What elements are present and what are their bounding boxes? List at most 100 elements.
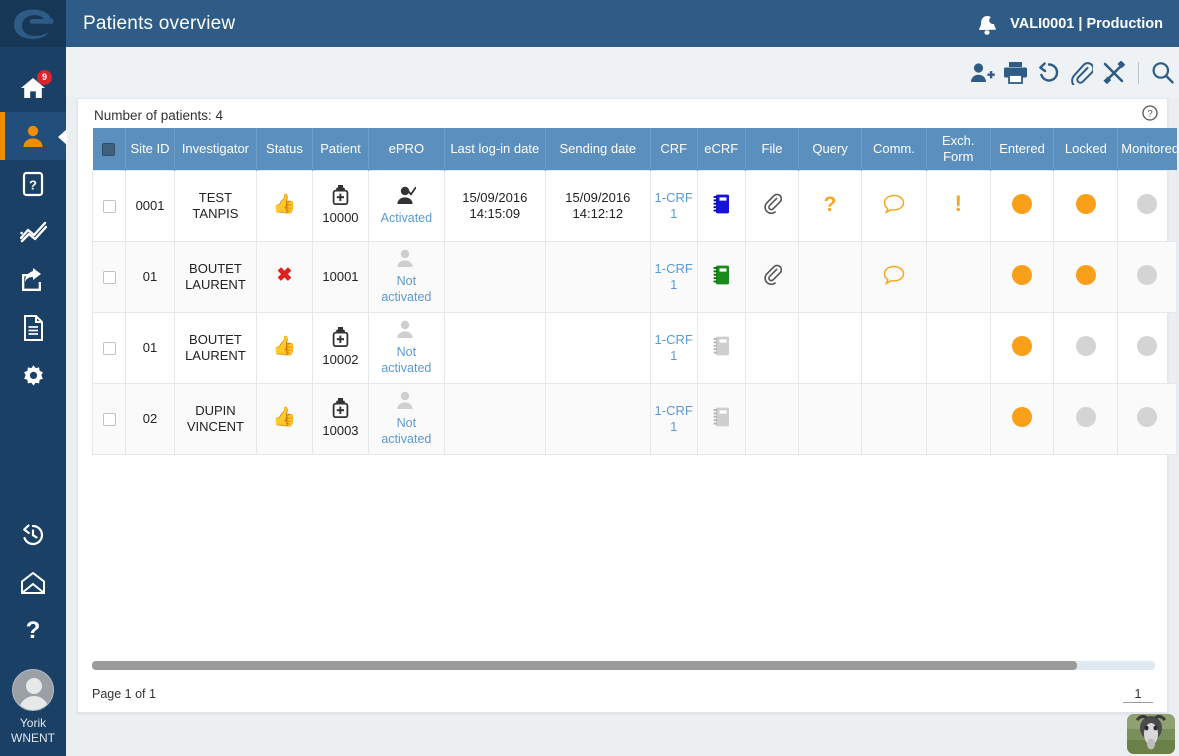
column-header-monitored[interactable]: Monitored <box>1117 128 1179 170</box>
panel-help-button[interactable]: ? <box>1142 105 1158 126</box>
column-header-file[interactable]: File <box>745 128 800 170</box>
column-header-query[interactable]: Query <box>798 128 862 170</box>
table-row[interactable]: 02 DUPIN VINCENT 👍 10003 Not activated 1-CRF 1 <box>91 382 1177 455</box>
cell-file[interactable] <box>744 382 800 455</box>
table-row[interactable]: 0001 TEST TANPIS 👍 10000 Activated 15/09/2016… <box>91 169 1177 242</box>
column-header-sending_date[interactable]: Sending date <box>545 128 651 170</box>
column-header-site_id[interactable]: Site ID <box>125 128 175 170</box>
column-header-ecrf[interactable]: eCRF <box>697 128 746 170</box>
cell-query[interactable] <box>798 311 862 384</box>
user-profile[interactable]: Yorik WNENT <box>0 669 66 746</box>
sidebar-item-reports[interactable] <box>0 304 66 352</box>
cell-file[interactable] <box>744 169 800 242</box>
cell-entered[interactable] <box>989 240 1055 313</box>
cell-exch-form[interactable]: ! <box>925 169 991 242</box>
cell-entered[interactable] <box>989 382 1055 455</box>
row-checkbox-cell[interactable] <box>91 311 127 384</box>
column-header-check[interactable] <box>92 128 127 170</box>
sidebar-item-export[interactable] <box>0 256 66 304</box>
cell-locked[interactable] <box>1053 240 1119 313</box>
cell-query[interactable]: ? <box>798 169 862 242</box>
row-checkbox[interactable] <box>102 341 116 355</box>
cell-entered[interactable] <box>989 169 1055 242</box>
sidebar-item-settings[interactable] <box>0 352 66 400</box>
cell-epro[interactable]: Not activated <box>368 382 445 455</box>
column-header-last_login[interactable]: Last log-in date <box>444 128 547 170</box>
cell-ecrf[interactable] <box>696 382 746 455</box>
cell-ecrf[interactable] <box>696 311 746 384</box>
cell-epro[interactable]: Not activated <box>368 240 445 313</box>
row-checkbox[interactable] <box>102 199 116 213</box>
cell-exch-form[interactable] <box>925 311 991 384</box>
sidebar-item-queries[interactable]: ? <box>0 160 66 208</box>
bell-icon[interactable] <box>974 12 1000 36</box>
cell-crf[interactable]: 1-CRF 1 <box>649 382 698 455</box>
cell-patient[interactable]: 10002 <box>311 311 370 384</box>
column-header-status[interactable]: Status <box>256 128 313 170</box>
crf-link[interactable]: 1-CRF 1 <box>655 261 693 292</box>
cell-comm[interactable] <box>860 382 927 455</box>
cell-patient[interactable]: 10003 <box>311 382 370 455</box>
cell-epro[interactable]: Activated <box>368 169 445 242</box>
column-header-investigator[interactable]: Investigator <box>174 128 258 170</box>
tools-button[interactable] <box>1098 56 1131 89</box>
add-patient-button[interactable] <box>966 56 999 89</box>
cell-entered[interactable] <box>989 311 1055 384</box>
sidebar-item-home[interactable]: 9 <box>0 64 66 112</box>
page-number-input[interactable] <box>1123 685 1153 703</box>
search-button[interactable] <box>1146 56 1179 89</box>
cell-epro[interactable]: Not activated <box>368 311 445 384</box>
cell-monitored[interactable] <box>1117 169 1177 242</box>
column-header-crf[interactable]: CRF <box>650 128 698 170</box>
avatar[interactable] <box>12 669 54 711</box>
cell-exch-form[interactable] <box>925 382 991 455</box>
cell-crf[interactable]: 1-CRF 1 <box>649 169 698 242</box>
crf-link[interactable]: 1-CRF 1 <box>655 190 693 221</box>
column-header-locked[interactable]: Locked <box>1053 128 1119 170</box>
sidebar-item-statistics[interactable] <box>0 208 66 256</box>
cell-comm[interactable] <box>860 169 927 242</box>
cell-monitored[interactable] <box>1117 240 1177 313</box>
sidebar-item-history[interactable] <box>0 511 66 559</box>
row-checkbox-cell[interactable] <box>91 240 127 313</box>
select-all-checkbox[interactable] <box>102 142 116 156</box>
cell-comm[interactable] <box>860 240 927 313</box>
crf-link[interactable]: 1-CRF 1 <box>655 332 693 363</box>
cell-patient[interactable]: 10001 <box>311 240 370 313</box>
cell-ecrf[interactable] <box>696 240 746 313</box>
sidebar-item-help[interactable]: ? <box>0 607 66 655</box>
cell-locked[interactable] <box>1053 169 1119 242</box>
sidebar-item-patients[interactable] <box>0 112 67 160</box>
print-button[interactable] <box>999 56 1032 89</box>
cell-patient[interactable]: 10000 <box>311 169 370 242</box>
cell-query[interactable] <box>798 382 862 455</box>
column-header-exch_form[interactable]: Exch. Form <box>926 128 991 170</box>
app-logo[interactable] <box>0 0 66 47</box>
cell-crf[interactable]: 1-CRF 1 <box>649 311 698 384</box>
cell-ecrf[interactable] <box>696 169 746 242</box>
cell-comm[interactable] <box>860 311 927 384</box>
horizontal-scrollbar-thumb[interactable] <box>92 661 1077 670</box>
cell-locked[interactable] <box>1053 311 1119 384</box>
column-header-entered[interactable]: Entered <box>990 128 1055 170</box>
cell-query[interactable] <box>798 240 862 313</box>
column-header-patient[interactable]: Patient <box>312 128 370 170</box>
cell-monitored[interactable] <box>1117 311 1177 384</box>
cell-file[interactable] <box>744 240 800 313</box>
attachments-button[interactable] <box>1065 56 1098 89</box>
cell-locked[interactable] <box>1053 382 1119 455</box>
cell-file[interactable] <box>744 311 800 384</box>
table-row[interactable]: 01 BOUTET LAURENT 👍 10002 Not activated 1-CRF… <box>91 311 1177 384</box>
row-checkbox-cell[interactable] <box>91 169 127 242</box>
refresh-button[interactable] <box>1032 56 1065 89</box>
table-row[interactable]: 01 BOUTET LAURENT ✖ 10001 Not activated 1-CRF… <box>91 240 1177 313</box>
row-checkbox[interactable] <box>102 270 116 284</box>
cell-monitored[interactable] <box>1117 382 1177 455</box>
cell-crf[interactable]: 1-CRF 1 <box>649 240 698 313</box>
column-header-comm[interactable]: Comm. <box>861 128 927 170</box>
crf-link[interactable]: 1-CRF 1 <box>655 403 693 434</box>
sidebar-item-messages[interactable] <box>0 559 66 607</box>
row-checkbox-cell[interactable] <box>91 382 127 455</box>
row-checkbox[interactable] <box>102 412 116 426</box>
cell-exch-form[interactable] <box>925 240 991 313</box>
